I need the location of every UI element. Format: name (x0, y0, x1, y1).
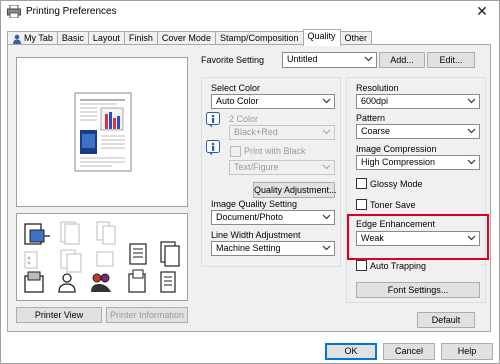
favorite-setting-value: Untitled (287, 54, 318, 64)
tab-label: Layout (92, 33, 120, 43)
default-button[interactable]: Default (417, 312, 475, 328)
image-compression-label: Image Compression (356, 144, 437, 154)
glossy-mode-label: Glossy Mode (370, 179, 423, 189)
window-title: Printing Preferences (26, 6, 117, 17)
printer-information-button[interactable]: Printer Information (106, 307, 188, 323)
pattern-label: Pattern (356, 113, 386, 123)
image-quality-setting-label: Image Quality Setting (211, 199, 298, 209)
select-color-label: Select Color (211, 83, 261, 93)
printer-icon (7, 5, 21, 18)
toner-save-label: Toner Save (370, 200, 416, 210)
auto-trapping-label: Auto Trapping (370, 261, 427, 271)
chevron-down-icon (322, 129, 331, 135)
pages-icon (160, 241, 180, 267)
edit-button[interactable]: Edit... (427, 52, 475, 68)
person-icon (58, 273, 76, 293)
chevron-down-icon (322, 214, 331, 220)
tab-label: Quality (307, 31, 336, 41)
printer-feed-icon (24, 223, 50, 245)
print-with-black-checkbox[interactable] (230, 146, 241, 157)
title-bar: Printing Preferences ✕ (1, 1, 499, 23)
print-with-black-label: Print with Black (244, 146, 306, 156)
fold-icon (60, 249, 82, 273)
punch-icon (24, 251, 38, 269)
pattern-dropdown[interactable]: Coarse (356, 124, 480, 139)
chevron-down-icon (364, 56, 373, 62)
tab-label: Other (344, 33, 368, 43)
chevron-down-icon (467, 159, 476, 165)
user-icon (13, 34, 21, 44)
toner-save-checkbox[interactable] (356, 199, 367, 210)
two-color-label: 2 Color (229, 114, 259, 124)
resolution-value: 600dpi (361, 96, 389, 106)
line-width-adjustment-value: Machine Setting (216, 243, 281, 253)
glossy-mode-checkbox[interactable] (356, 178, 367, 189)
text-figure-value: Text/Figure (234, 162, 279, 172)
tab-label: Finish (128, 33, 153, 43)
close-icon[interactable]: ✕ (473, 3, 491, 21)
chevron-down-icon (322, 98, 331, 104)
tab-quality[interactable]: Quality (302, 29, 341, 46)
document-stack-icon (129, 243, 147, 265)
highlight-box (347, 214, 489, 260)
booklet-icon (96, 221, 116, 245)
line-width-adjustment-dropdown[interactable]: Machine Setting (211, 241, 335, 256)
font-settings-button[interactable]: Font Settings... (356, 282, 480, 298)
image-compression-dropdown[interactable]: High Compression (356, 155, 480, 170)
staple-icon (60, 221, 80, 245)
chevron-down-icon (322, 245, 331, 251)
page-preview-image (74, 92, 132, 172)
print-preview (16, 57, 188, 207)
image-compression-value: High Compression (361, 157, 436, 167)
image-quality-setting-value: Document/Photo (216, 212, 284, 222)
tab-strip: My Tab Basic Layout Finish Cover Mode St… (7, 29, 373, 46)
printer-view-button[interactable]: Printer View (16, 307, 102, 323)
two-color-dropdown[interactable]: Black+Red (229, 125, 335, 140)
copy-document-icon (160, 271, 176, 293)
save-document-icon (128, 269, 146, 293)
help-button[interactable]: Help (441, 343, 493, 360)
tab-label: Basic (61, 33, 84, 43)
device-status-icons (24, 221, 180, 293)
tab-label: My Tab (24, 33, 53, 43)
ok-button[interactable]: OK (325, 343, 377, 360)
resolution-label: Resolution (356, 83, 399, 93)
chevron-down-icon (467, 128, 476, 134)
device-icon-panel (16, 213, 188, 301)
printing-preferences-window: Printing Preferences ✕ My Tab Basic Layo… (0, 0, 500, 364)
users-icon (91, 273, 111, 292)
resolution-dropdown[interactable]: 600dpi (356, 94, 480, 109)
pattern-value: Coarse (361, 126, 391, 136)
image-quality-setting-dropdown[interactable]: Document/Photo (211, 210, 335, 225)
quality-adjustment-button[interactable]: Quality Adjustment... (253, 182, 337, 198)
chevron-down-icon (322, 164, 331, 170)
two-color-value: Black+Red (234, 127, 278, 137)
favorite-setting-label: Favorite Setting (201, 55, 265, 65)
tab-label: Stamp/Composition (219, 33, 299, 43)
tab-label: Cover Mode (161, 33, 211, 43)
info-icon (206, 140, 220, 156)
line-width-adjustment-label: Line Width Adjustment (211, 230, 301, 240)
auto-trapping-checkbox[interactable] (356, 260, 367, 271)
favorite-setting-dropdown[interactable]: Untitled (282, 52, 377, 68)
chevron-down-icon (467, 98, 476, 104)
cancel-button[interactable]: Cancel (383, 343, 435, 360)
output-tray-icon (24, 271, 44, 293)
info-icon (206, 112, 220, 128)
tray-icon (96, 251, 114, 267)
add-button[interactable]: Add... (379, 52, 425, 68)
select-color-value: Auto Color (216, 96, 259, 106)
select-color-dropdown[interactable]: Auto Color (211, 94, 335, 109)
text-figure-dropdown[interactable]: Text/Figure (229, 160, 335, 175)
